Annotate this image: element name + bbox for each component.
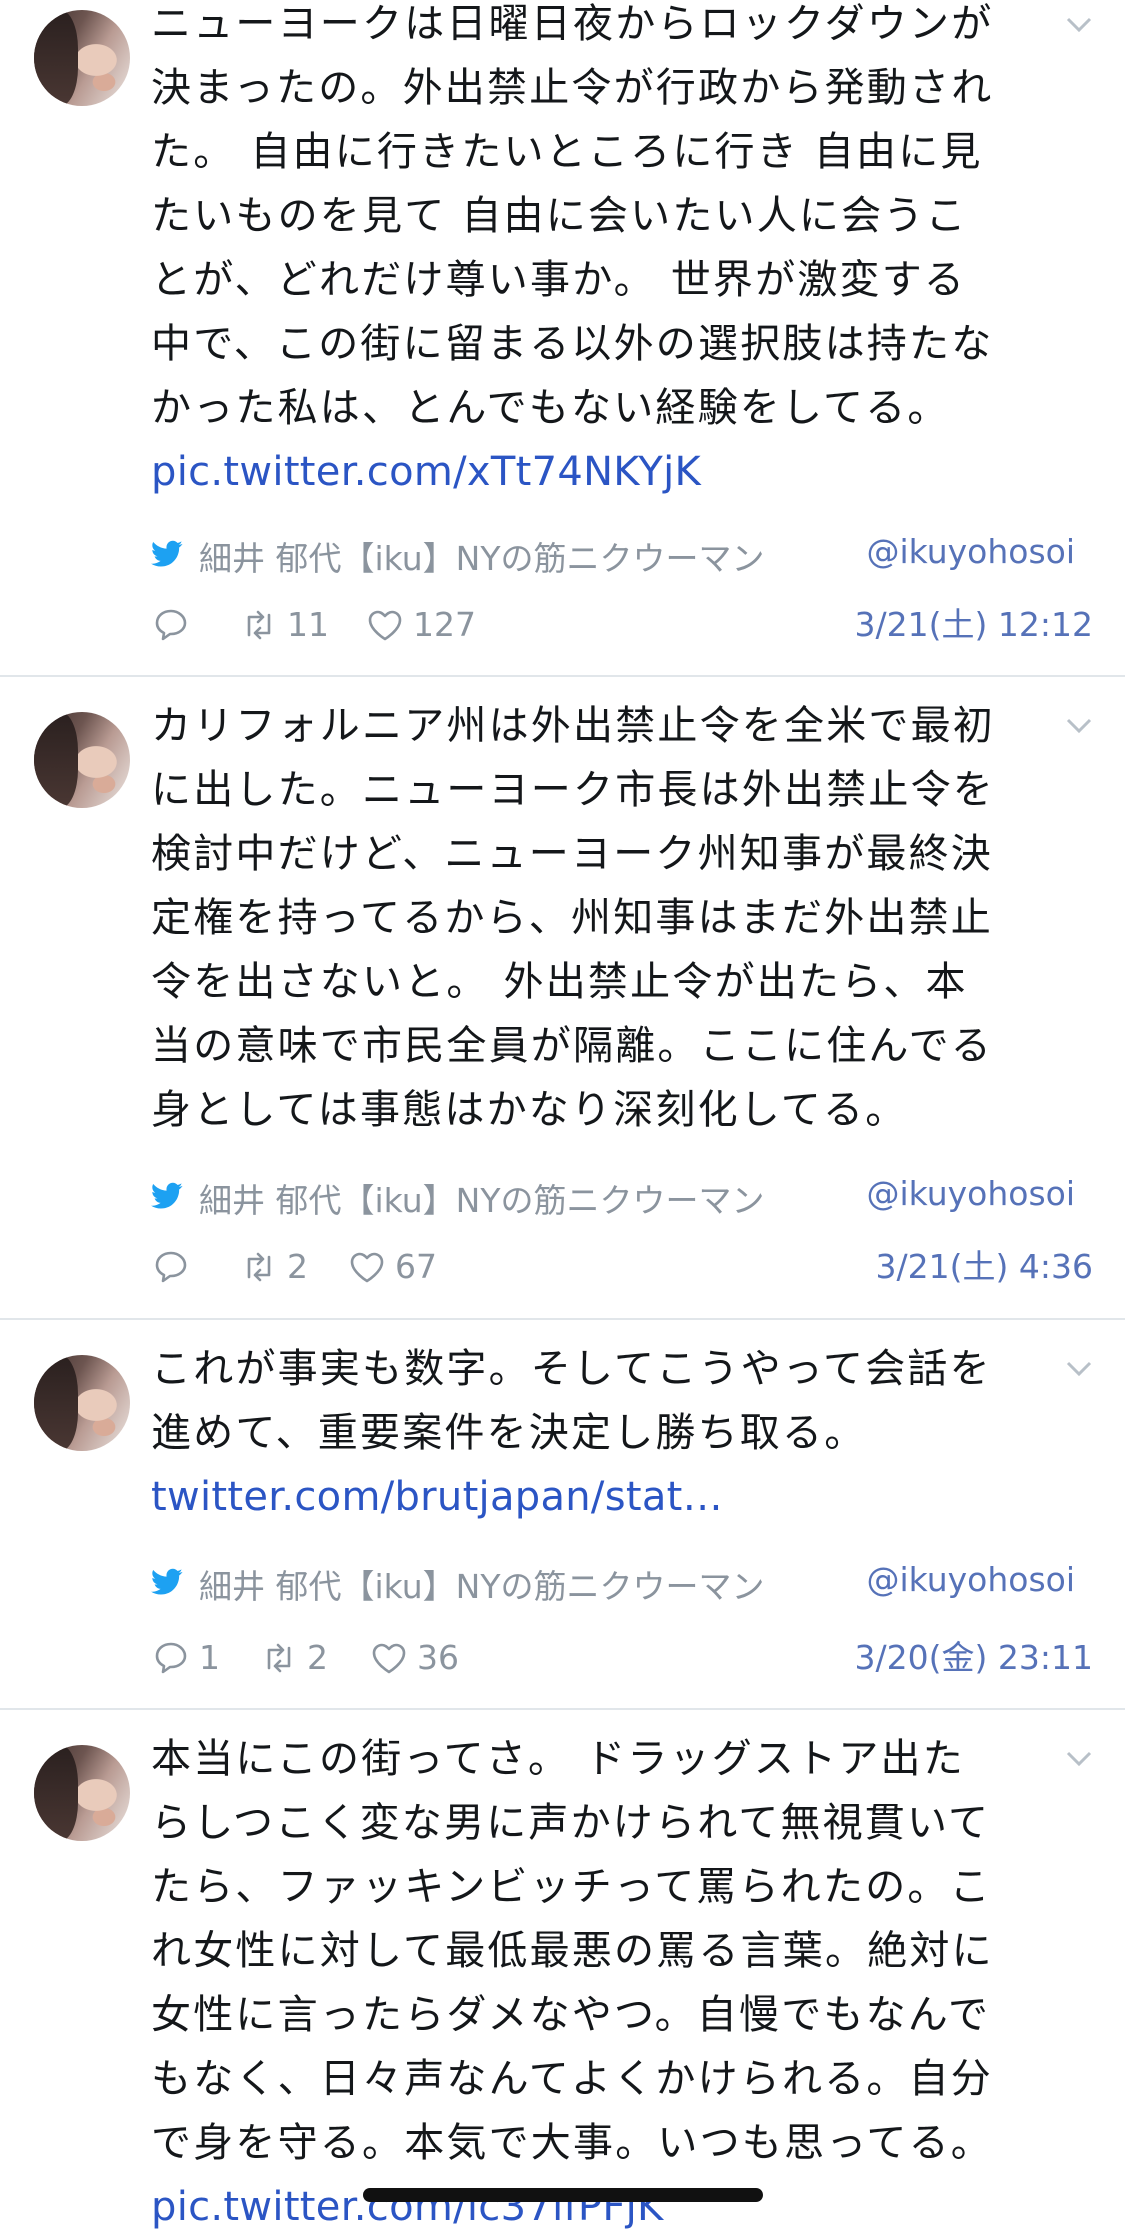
reply-count: 1 [199,1638,220,1677]
retweet-count: 11 [287,605,329,644]
reply-button[interactable] [151,600,199,650]
like-button[interactable]: 127 [365,600,476,650]
retweet-icon [267,1643,291,1673]
chevron-down-icon[interactable] [1065,16,1093,34]
tweet-source[interactable]: 細井 郁代【iku】NYの筋ニクウーマン @ikuyohosoi [151,1560,1093,1606]
retweet-button[interactable]: 2 [239,1242,308,1292]
retweet-count: 2 [287,1247,308,1286]
tweet-timestamp[interactable]: 3/21(土) 4:36 [876,1242,1093,1292]
chevron-down-icon[interactable] [1065,1360,1093,1378]
like-icon [350,1252,384,1283]
divider [0,1318,1125,1320]
twitter-bird-icon [151,1182,183,1209]
tweet-link[interactable]: twitter.com/brutjapan/stat… [151,1465,723,1529]
tweet-actions: 11 127 3/21(土) 12:12 [151,600,1093,650]
retweet-count: 2 [307,1638,328,1677]
reply-icon [155,609,187,641]
tweet-text: 本当にこの街ってさ。 ドラッグストア出た らしつこく変な男に声かけられて無視貫い… [151,1736,994,2166]
reply-button[interactable]: 1 [151,1633,220,1683]
reply-icon [155,1642,187,1674]
author-name: 細井 郁代【iku】NYの筋ニクウーマン [199,1567,765,1606]
tweet-source[interactable]: 細井 郁代【iku】NYの筋ニクウーマン @ikuyohosoi [151,532,1093,578]
author-handle[interactable]: @ikuyohosoi [866,532,1075,571]
author-name: 細井 郁代【iku】NYの筋ニクウーマン [199,1181,765,1220]
twitter-bird-icon [151,1568,183,1595]
like-count: 36 [417,1638,459,1677]
chevron-down-icon[interactable] [1065,717,1093,735]
tweet-text: これが事実も数字。そしてこうやって会話を 進めて、重要案件を決定し勝ち取る。 [151,1346,992,1456]
avatar[interactable] [34,1745,130,1841]
tweet-text: ニューヨークは日曜日夜からロックダウンが 決まったの。外出禁止令が行政から発動さ… [151,1,994,431]
reply-button[interactable] [151,1242,199,1292]
avatar[interactable] [34,712,130,808]
retweet-button[interactable]: 11 [239,600,329,650]
avatar[interactable] [34,10,130,106]
like-icon [368,610,402,641]
tweet-timestamp[interactable]: 3/21(土) 12:12 [855,600,1093,650]
reply-icon [155,1251,187,1283]
tweet-timestamp[interactable]: 3/20(金) 23:11 [855,1633,1093,1683]
twitter-bird-icon [151,540,183,567]
tweet-actions: 2 67 3/21(土) 4:36 [151,1242,1093,1292]
like-count: 127 [413,605,476,644]
tweet-actions: 1 2 36 3/20(金) 23:11 [151,1633,1093,1683]
divider [0,675,1125,677]
like-button[interactable]: 67 [347,1242,437,1292]
tweet-source[interactable]: 細井 郁代【iku】NYの筋ニクウーマン @ikuyohosoi [151,1174,1093,1220]
author-name: 細井 郁代【iku】NYの筋ニクウーマン [199,539,765,578]
retweet-button[interactable]: 2 [259,1633,328,1683]
like-button[interactable]: 36 [369,1633,459,1683]
like-icon [372,1643,406,1674]
tweet-text: カリフォルニア州は外出禁止令を全米で最初 に出した。ニューヨーク市長は外出禁止令… [151,703,995,1133]
tweet-link[interactable]: pic.twitter.com/lc37ifPFjK [151,2175,664,2239]
retweet-icon [247,610,271,640]
author-handle[interactable]: @ikuyohosoi [866,1560,1075,1599]
retweet-icon [247,1252,271,1282]
like-count: 67 [395,1247,437,1286]
avatar[interactable] [34,1355,130,1451]
tweet-link[interactable]: pic.twitter.com/xTt74NKYjK [151,440,701,504]
divider [0,1708,1125,1710]
chevron-down-icon[interactable] [1065,1750,1093,1768]
home-indicator[interactable] [363,2188,763,2202]
author-handle[interactable]: @ikuyohosoi [866,1174,1075,1213]
